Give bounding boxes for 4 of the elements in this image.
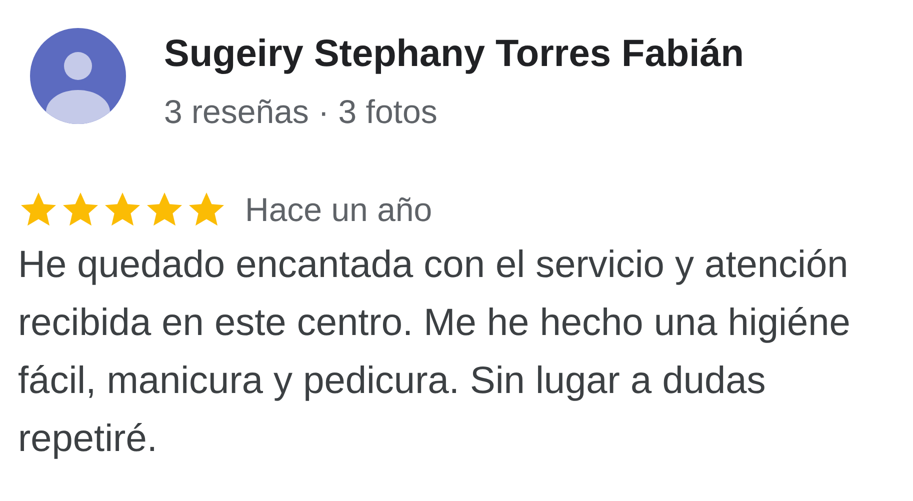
review-text: He quedado encantada con el servicio y atención recibida en este centro. Me he hecho una higiéne fácil, manicura y pedicura. Sin lugar a dudas repetiré. <box>18 243 852 462</box>
reviewer-name[interactable]: Sugeiry Stephany Torres Fabián <box>164 34 744 74</box>
reviewer-stats: 3 reseñas · 3 fotos <box>164 94 438 130</box>
review-time: Hace un año <box>245 191 432 229</box>
